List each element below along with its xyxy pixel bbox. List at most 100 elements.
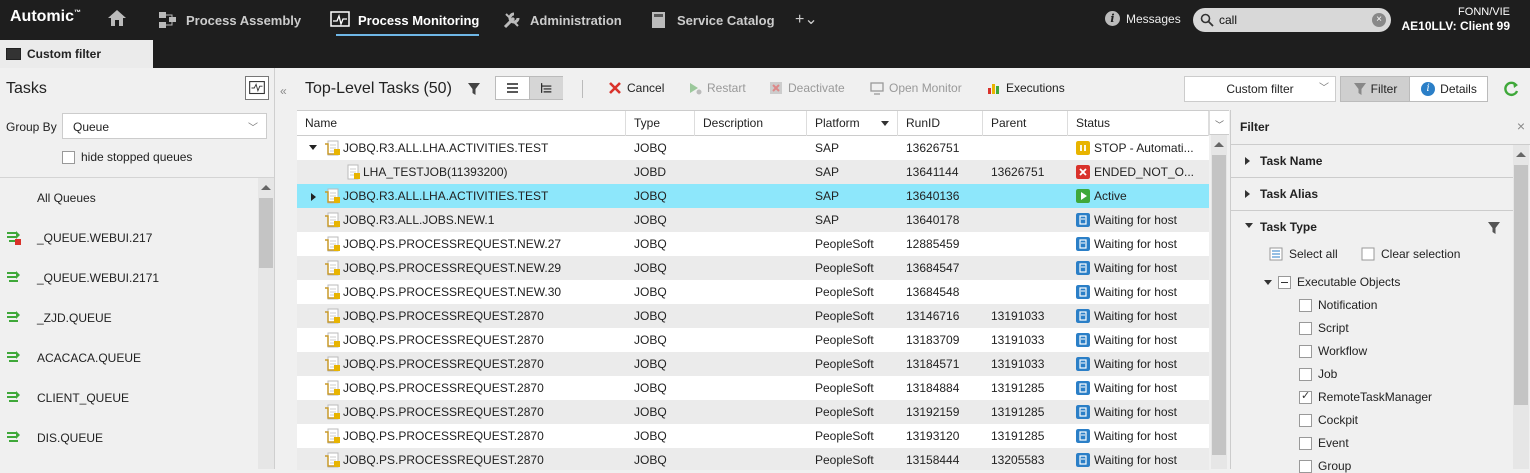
table-scrollbar[interactable] <box>1211 135 1227 469</box>
cancel-button[interactable]: Cancel <box>608 81 664 95</box>
queue-item[interactable]: All Queues <box>0 178 256 218</box>
table-row[interactable]: JOBQ.PS.PROCESSREQUEST.2870 JOBQ PeopleSof… <box>297 376 1209 400</box>
table-row[interactable]: JOBQ.PS.PROCESSREQUEST.2870 JOBQ PeopleSof… <box>297 424 1209 448</box>
task-type-option[interactable]: Event <box>1299 436 1349 450</box>
home-icon[interactable] <box>107 8 127 28</box>
queue-item[interactable]: _QUEUE.WEBUI.217 <box>0 218 256 258</box>
automic-logo[interactable]: Automic™ <box>10 8 81 26</box>
task-type-checkbox[interactable] <box>1299 298 1312 312</box>
queue-item[interactable]: CLIENT_QUEUE <box>0 378 256 418</box>
select-all-button[interactable]: Select all <box>1269 247 1338 261</box>
nav-process-assembly[interactable]: Process Assembly <box>158 0 301 40</box>
table-row[interactable]: LHA_TESTJOB(11393200) JOBD SAP 13641144 1362… <box>297 160 1209 184</box>
tree-view-icon[interactable] <box>529 77 563 99</box>
queue-item[interactable]: _QUEUE.WEBUI.2171 <box>0 258 256 298</box>
task-type-option[interactable]: Cockpit <box>1299 413 1358 427</box>
collapse-row-icon[interactable] <box>309 145 317 150</box>
filter-section-task-alias[interactable]: Task Alias <box>1231 178 1513 211</box>
hide-stopped-queues-option[interactable]: hide stopped queues <box>62 150 192 164</box>
clear-search-icon[interactable]: × <box>1372 13 1386 27</box>
column-menu-button[interactable]: ﹀ <box>1209 110 1229 135</box>
cell-runid: 13684548 <box>906 285 960 299</box>
details-button[interactable]: i Details <box>1409 77 1488 101</box>
collapse-sidebar-icon[interactable]: « <box>280 84 287 98</box>
open-monitor-button[interactable]: Open Monitor <box>870 81 962 95</box>
refresh-icon[interactable] <box>1502 80 1520 98</box>
nav-administration[interactable]: Administration <box>502 0 622 40</box>
status-waiting-icon <box>1076 261 1090 275</box>
column-header-type[interactable]: Type <box>626 111 695 136</box>
task-type-option[interactable]: Job <box>1299 367 1337 381</box>
funnel-icon[interactable] <box>467 82 481 96</box>
table-row[interactable]: JOBQ.PS.PROCESSREQUEST.2870 JOBQ PeopleSof… <box>297 328 1209 352</box>
task-type-option[interactable]: Script <box>1299 321 1349 335</box>
clear-selection-button[interactable]: Clear selection <box>1361 247 1460 261</box>
nav-process-monitoring[interactable]: Process Monitoring <box>330 0 480 40</box>
cell-description <box>703 280 803 304</box>
tab-custom-filter[interactable]: Custom filter <box>0 40 153 68</box>
group-by-select[interactable]: Queue ﹀ <box>62 113 267 139</box>
task-type-checkbox[interactable] <box>1299 459 1312 473</box>
task-type-checkbox[interactable] <box>1299 413 1312 427</box>
executions-button[interactable]: Executions <box>987 81 1065 95</box>
nav-service-catalog[interactable]: Service Catalog <box>649 0 775 40</box>
deactivate-button[interactable]: Deactivate <box>769 81 845 95</box>
hide-stopped-checkbox[interactable] <box>62 150 75 164</box>
task-type-option[interactable]: Notification <box>1299 298 1377 312</box>
cell-parent: 13191033 <box>991 333 1045 347</box>
status-waiting-icon <box>1076 213 1090 227</box>
task-type-option[interactable]: Group <box>1299 459 1351 473</box>
funnel-icon[interactable] <box>1487 221 1501 235</box>
table-row[interactable]: JOBQ.PS.PROCESSREQUEST.NEW.29 JOBQ PeopleS… <box>297 256 1209 280</box>
queue-item[interactable]: _ZJD.QUEUE <box>0 298 256 338</box>
filter-button[interactable]: Filter <box>1341 77 1409 101</box>
filter-section-task-type[interactable]: Task Type <box>1231 211 1513 244</box>
task-type-checkbox[interactable] <box>1299 436 1312 450</box>
restart-button[interactable]: Restart <box>688 81 746 95</box>
cell-description <box>703 448 803 470</box>
expand-row-icon[interactable] <box>311 193 316 201</box>
cell-runid: 12885459 <box>906 237 960 251</box>
executable-objects-group[interactable]: Executable Objects <box>1264 275 1400 289</box>
column-header-runid[interactable]: RunID <box>898 111 983 136</box>
column-header-status[interactable]: Status <box>1068 111 1209 136</box>
table-row[interactable]: JOBQ.PS.PROCESSREQUEST.NEW.30 JOBQ PeopleS… <box>297 280 1209 304</box>
executable-objects-checkbox[interactable] <box>1278 275 1291 289</box>
cell-description <box>703 328 803 352</box>
task-type-checkbox[interactable] <box>1299 367 1312 381</box>
queue-item[interactable]: DIS.QUEUE <box>0 418 256 458</box>
queue-list-scrollbar[interactable] <box>258 178 274 469</box>
close-icon[interactable]: × <box>1517 118 1525 134</box>
task-type-option[interactable]: Workflow <box>1299 344 1367 358</box>
table-row[interactable]: JOBQ.R3.ALL.JOBS.NEW.1 JOBQ SAP 13640178 Wai… <box>297 208 1209 232</box>
filter-section-task-name[interactable]: Task Name <box>1231 145 1513 178</box>
column-header-description[interactable]: Description <box>695 111 807 136</box>
task-type-checkbox[interactable] <box>1299 321 1312 335</box>
filter-pane-scrollbar[interactable] <box>1513 145 1529 469</box>
column-header-platform[interactable]: Platform <box>807 111 898 136</box>
client-name: AE10LLV: Client 99 <box>1401 19 1510 33</box>
search-icon <box>1200 13 1214 27</box>
custom-filter-select[interactable]: Custom filter ﹀ <box>1184 76 1336 102</box>
task-type-checkbox[interactable] <box>1299 344 1312 358</box>
cell-platform: PeopleSoft <box>815 453 874 467</box>
task-type-checkbox[interactable] <box>1299 389 1312 404</box>
table-row[interactable]: JOBQ.PS.PROCESSREQUEST.2870 JOBQ PeopleSof… <box>297 304 1209 328</box>
queue-item[interactable]: ACACACA.QUEUE <box>0 338 256 378</box>
table-row[interactable]: JOBQ.R3.ALL.LHA.ACTIVITIES.TEST JOBQ SAP 13… <box>297 136 1209 160</box>
task-type-option[interactable]: RemoteTaskManager <box>1299 389 1432 404</box>
table-row[interactable]: JOBQ.PS.PROCESSREQUEST.2870 JOBQ PeopleSof… <box>297 352 1209 376</box>
group-by-label: Group By <box>6 120 57 134</box>
search-input[interactable] <box>1219 11 1369 29</box>
column-header-name[interactable]: Name <box>297 111 626 136</box>
table-row[interactable]: JOBQ.PS.PROCESSREQUEST.2870 JOBQ PeopleSof… <box>297 400 1209 424</box>
messages-button[interactable]: i Messages <box>1105 11 1181 26</box>
monitor-view-button[interactable] <box>245 76 269 100</box>
list-view-icon[interactable] <box>496 77 529 99</box>
user-info[interactable]: FONN/VIE AE10LLV: Client 99 <box>1402 5 1510 33</box>
column-header-parent[interactable]: Parent <box>983 111 1068 136</box>
table-row[interactable]: JOBQ.PS.PROCESSREQUEST.2870 JOBQ PeopleSof… <box>297 448 1209 470</box>
table-row[interactable]: JOBQ.PS.PROCESSREQUEST.NEW.27 JOBQ PeopleS… <box>297 232 1209 256</box>
add-tab-button[interactable]: +⌄ <box>795 9 818 29</box>
table-row[interactable]: JOBQ.R3.ALL.LHA.ACTIVITIES.TEST JOBQ SAP 13… <box>297 184 1209 208</box>
